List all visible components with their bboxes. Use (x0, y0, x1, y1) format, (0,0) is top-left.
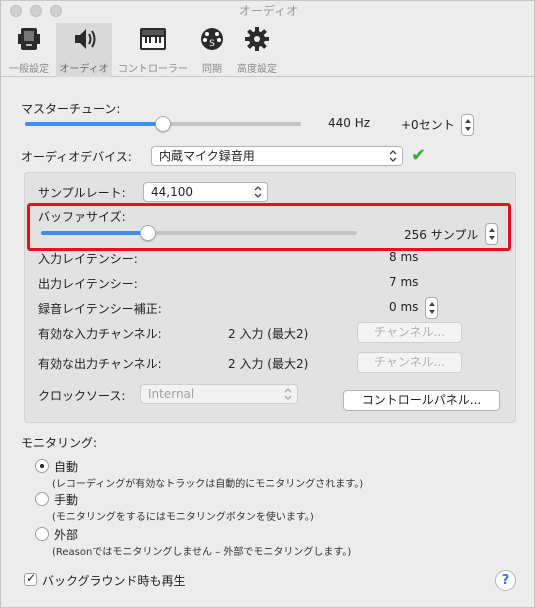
output-latency-label: 出力レイテンシー: (38, 277, 138, 291)
monitoring-label: モニタリング: (21, 436, 98, 450)
sample-rate-value: 44,100 (151, 185, 193, 199)
input-latency-label: 入力レイテンシー: (38, 252, 138, 266)
rec-latency-value: 0 ms (389, 300, 419, 314)
input-channels-button[interactable]: チャンネル... (357, 322, 462, 343)
chevron-updown-icon (389, 150, 397, 162)
master-tune-cents: +0セント (401, 118, 455, 132)
rec-latency-label: 録音レイテンシー補正: (38, 302, 162, 316)
chevron-updown-icon (254, 186, 262, 198)
zoom-window-button[interactable] (50, 5, 62, 17)
output-channels-button[interactable]: チャンネル... (357, 352, 462, 373)
monitoring-auto-desc: (レコーディングが有効なトラックは自動的にモニタリングされます。) (52, 479, 364, 490)
speaker-icon (75, 29, 96, 49)
title-bar: オーディオ (1, 1, 535, 23)
master-tune-fill (25, 122, 163, 126)
input-channels-value: 2 入力 (最大2) (228, 327, 309, 341)
rec-latency-stepper[interactable] (425, 297, 438, 319)
monitoring-manual-label: 手動 (54, 493, 79, 507)
clock-source-label: クロックソース: (38, 389, 126, 403)
monitoring-external-label: 外部 (54, 528, 79, 542)
monitoring-auto-label: 自動 (54, 460, 79, 474)
audio-device-label: オーディオデバイス: (21, 150, 132, 164)
preferences-window: オーディオ 一般設定 オーディオ コントローラー S 同期 高度設定 マスターチ… (0, 0, 535, 608)
minimize-window-button[interactable] (30, 5, 42, 17)
checkmark-icon: ✔ (411, 145, 427, 166)
tab-audio[interactable]: オーディオ (56, 23, 112, 77)
input-latency-value: 8 ms (389, 250, 419, 264)
master-tune-thumb[interactable] (155, 116, 171, 132)
svg-text:S: S (209, 39, 215, 49)
control-panel-button[interactable]: コントロールパネル... (343, 390, 500, 411)
tab-general[interactable]: 一般設定 (4, 23, 54, 77)
output-channels-value: 2 入力 (最大2) (228, 357, 309, 371)
chevron-updown-icon (284, 388, 292, 400)
buffer-size-highlight (27, 203, 511, 251)
cents-stepper[interactable] (461, 114, 474, 136)
background-play-label: バックグラウンド時も再生 (42, 574, 186, 588)
general-settings-icon (18, 28, 40, 50)
audio-device-popup[interactable]: 内蔵マイク録音用 (151, 146, 403, 166)
master-tune-label: マスターチューン: (21, 102, 121, 116)
monitoring-external-desc: (Reasonではモニタリングしません – 外部でモニタリングします。) (52, 547, 352, 558)
monitoring-manual-desc: (モニタリングをするにはモニタリングボタンを使います。) (52, 512, 314, 523)
keyboard-controller-icon (140, 28, 166, 50)
window-title: オーディオ (238, 4, 299, 18)
tab-sync[interactable]: S 同期 (194, 23, 230, 77)
input-channels-label: 有効な入力チャンネル: (38, 327, 162, 341)
tab-advanced[interactable]: 高度設定 (232, 23, 282, 77)
preferences-toolbar: 一般設定 オーディオ コントローラー S 同期 高度設定 (1, 23, 535, 77)
output-latency-value: 7 ms (389, 275, 419, 289)
sample-rate-popup[interactable]: 44,100 (143, 182, 268, 202)
clock-source-value: Internal (148, 387, 195, 401)
close-window-button[interactable] (10, 5, 22, 17)
output-channels-label: 有効な出力チャンネル: (38, 357, 162, 371)
monitoring-manual-radio[interactable] (35, 492, 49, 506)
sample-rate-label: サンプルレート: (38, 186, 126, 200)
background-play-checkbox[interactable] (24, 571, 37, 586)
tab-controller[interactable]: コントローラー (114, 23, 192, 77)
help-button[interactable]: ? (495, 570, 516, 591)
monitoring-auto-radio[interactable] (35, 459, 49, 473)
audio-device-value: 内蔵マイク録音用 (159, 149, 255, 163)
sync-icon: S (201, 28, 223, 50)
monitoring-external-radio[interactable] (35, 527, 49, 541)
clock-source-popup[interactable]: Internal (140, 384, 298, 404)
gear-icon (245, 27, 269, 51)
master-tune-value: 440 Hz (328, 116, 371, 130)
